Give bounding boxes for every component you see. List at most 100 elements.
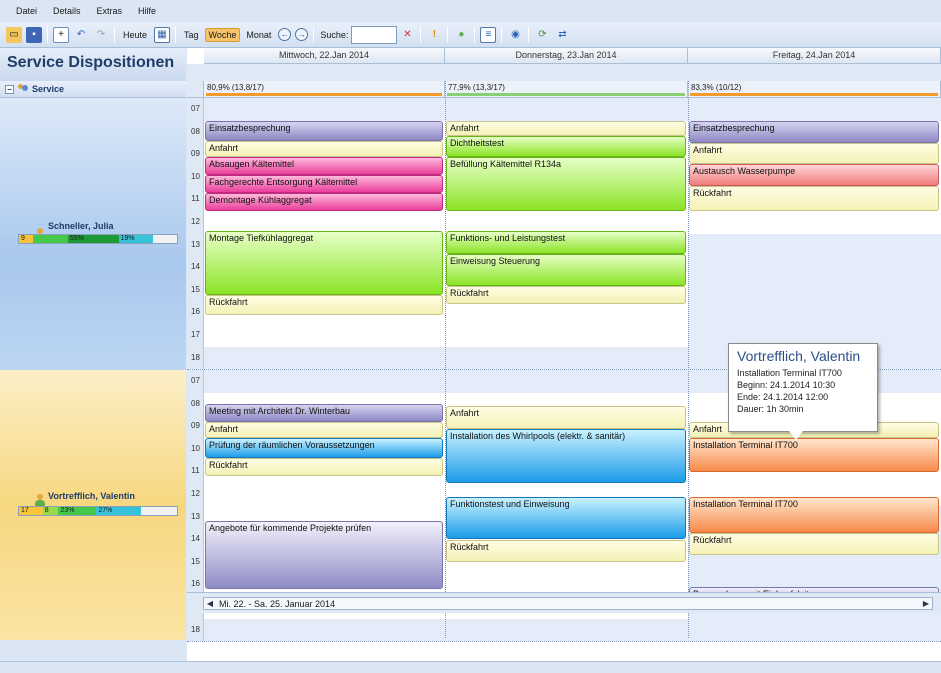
toolbar-separator (528, 26, 530, 43)
sync-icon[interactable]: ⇄ (554, 27, 570, 43)
time-slot[interactable] (445, 618, 688, 642)
today-button[interactable]: Heute (119, 28, 151, 42)
day-header[interactable]: Donnerstag, 23.Jan 2014 (445, 48, 688, 64)
day-header[interactable]: Mittwoch, 22.Jan 2014 (204, 48, 445, 64)
date-scrollbar[interactable]: ◀ Mi. 22. - Sa. 25. Januar 2014 ▶ (203, 597, 933, 610)
window-icon[interactable]: ≡ (480, 26, 497, 43)
day-separator (688, 81, 689, 638)
undo-icon[interactable]: ↶ (73, 27, 89, 43)
appointment[interactable]: Demontage Kühlaggregat (205, 192, 443, 211)
time-slot[interactable] (204, 98, 445, 121)
appointment[interactable]: Montage Tiefkühlaggregat (205, 231, 443, 295)
time-slot[interactable] (688, 301, 941, 324)
day-view-button[interactable]: Tag (180, 28, 203, 42)
time-slot[interactable] (688, 278, 941, 302)
next-icon[interactable]: → (295, 28, 309, 41)
appointment[interactable]: Installation Terminal IT700 (689, 496, 939, 533)
left-footer (0, 640, 186, 661)
appointment[interactable]: Einsatzbesprechung (689, 120, 939, 144)
appointment[interactable]: Dichtheitstest (446, 136, 686, 157)
day-header[interactable]: Freitag, 24.Jan 2014 (688, 48, 941, 64)
toolbar: ▭ ▪ + ↶ ↷ Heute ▦ Tag Woche Monat ← → Su… (0, 22, 941, 48)
appointment[interactable]: Anfahrt (446, 406, 686, 429)
resource-row-julia[interactable]: Schneller, Julia 9 55% 19% (0, 98, 186, 370)
time-slot[interactable] (688, 233, 941, 257)
month-view-button[interactable]: Monat (242, 28, 275, 42)
time-slot[interactable] (445, 324, 688, 347)
time-slot[interactable] (204, 211, 445, 234)
appointment[interactable]: Installation Terminal IT700 (689, 437, 939, 472)
date-range-label: Mi. 22. - Sa. 25. Januar 2014 (219, 598, 336, 609)
hour-label: 10 (191, 443, 200, 453)
appointment[interactable]: Installation des Whirlpools (elektr. & s… (446, 428, 686, 483)
save-icon[interactable]: ▪ (26, 26, 42, 43)
time-slot[interactable] (204, 324, 445, 347)
appointment[interactable]: Anfahrt (205, 421, 443, 438)
time-slot[interactable] (204, 618, 445, 642)
menu-extras[interactable]: Extras (89, 6, 131, 16)
menu-details[interactable]: Details (45, 6, 89, 16)
utilization-text: 83,3% (10/12) (691, 83, 742, 92)
time-slot[interactable] (688, 618, 941, 642)
globe-icon[interactable]: ◉ (507, 27, 523, 43)
appointment[interactable]: Funktions- und Leistungstest (446, 231, 686, 254)
person-icon (35, 494, 45, 506)
time-slot[interactable] (688, 256, 941, 279)
time-slot[interactable] (445, 346, 688, 370)
appointment-tooltip: Vortrefflich, Valentin Installation Term… (728, 343, 878, 440)
appointment[interactable]: Anfahrt (446, 120, 686, 137)
time-slot[interactable] (445, 98, 688, 121)
scroll-right-icon[interactable]: ▶ (920, 598, 932, 609)
time-slot[interactable] (445, 301, 688, 324)
week-view-button[interactable]: Woche (204, 27, 241, 42)
warning-icon[interactable]: ! (426, 27, 442, 43)
navigation-bar: ◀ Mi. 22. - Sa. 25. Januar 2014 ▶ (187, 592, 941, 613)
search-input[interactable] (351, 25, 398, 44)
appointment[interactable]: Angebote für kommende Projekte prüfen (205, 521, 443, 590)
resource-row-valentin[interactable]: Vortrefflich, Valentin 17 8 23% 27% (0, 370, 186, 640)
appointment[interactable]: Rückfahrt (446, 285, 686, 304)
open-folder-icon[interactable]: ▭ (6, 26, 22, 43)
capacity-segment: 23% (58, 507, 97, 515)
appointment[interactable]: Prüfung der räumlichen Voraussetzungen (205, 437, 443, 459)
clear-filter-icon[interactable]: ✕ (399, 27, 415, 43)
time-slot[interactable] (688, 98, 941, 121)
time-slot[interactable] (204, 346, 445, 370)
appointment[interactable]: Fachgerechte Entsorgung Kältemittel (205, 174, 443, 193)
appointment[interactable]: Anfahrt (689, 143, 939, 164)
appointment[interactable]: Absaugen Kältemittel (205, 156, 443, 175)
status-bar (0, 661, 941, 673)
new-icon[interactable]: + (53, 26, 69, 43)
appointment[interactable]: Einweisung Steuerung (446, 253, 686, 286)
appointment[interactable]: Austausch Wasserpumpe (689, 163, 939, 187)
group-row-service[interactable]: − Service (0, 81, 186, 98)
utilization-bar (690, 93, 938, 96)
appointment[interactable]: Rückfahrt (689, 532, 939, 556)
menu-datei[interactable]: Datei (8, 6, 45, 16)
search-label: Suche: (320, 29, 349, 40)
hour-label: 09 (191, 421, 200, 431)
appointment[interactable]: Funktionstest und Einweisung (446, 496, 686, 540)
appointment[interactable]: Rückfahrt (205, 294, 443, 315)
appointment[interactable]: Rückfahrt (205, 458, 443, 477)
redo-icon[interactable]: ↷ (93, 27, 109, 43)
refresh-icon[interactable]: ⟳ (534, 27, 550, 43)
time-slot[interactable] (204, 370, 445, 393)
appointment[interactable]: Meeting mit Architekt Dr. Winterbau (205, 403, 443, 422)
time-slot[interactable] (688, 211, 941, 234)
time-slot[interactable] (204, 483, 445, 506)
scroll-left-icon[interactable]: ◀ (204, 598, 216, 609)
person-icon[interactable]: ● (453, 27, 469, 43)
appointment[interactable]: Befüllung Kältemittel R134a (446, 156, 686, 211)
appointment[interactable]: Einsatzbesprechung (205, 120, 443, 141)
collapse-icon[interactable]: − (5, 84, 14, 94)
appointment[interactable]: Anfahrt (205, 140, 443, 157)
appointment[interactable]: Rückfahrt (689, 186, 939, 211)
appointment[interactable]: Rückfahrt (446, 539, 686, 563)
time-slot[interactable] (445, 370, 688, 393)
menu-hilfe[interactable]: Hilfe (130, 6, 164, 16)
left-panel: Service Dispositionen − Service Schnelle… (0, 48, 186, 661)
prev-icon[interactable]: ← (278, 28, 292, 41)
time-slot[interactable] (445, 211, 688, 234)
calendar-icon[interactable]: ▦ (154, 26, 171, 43)
